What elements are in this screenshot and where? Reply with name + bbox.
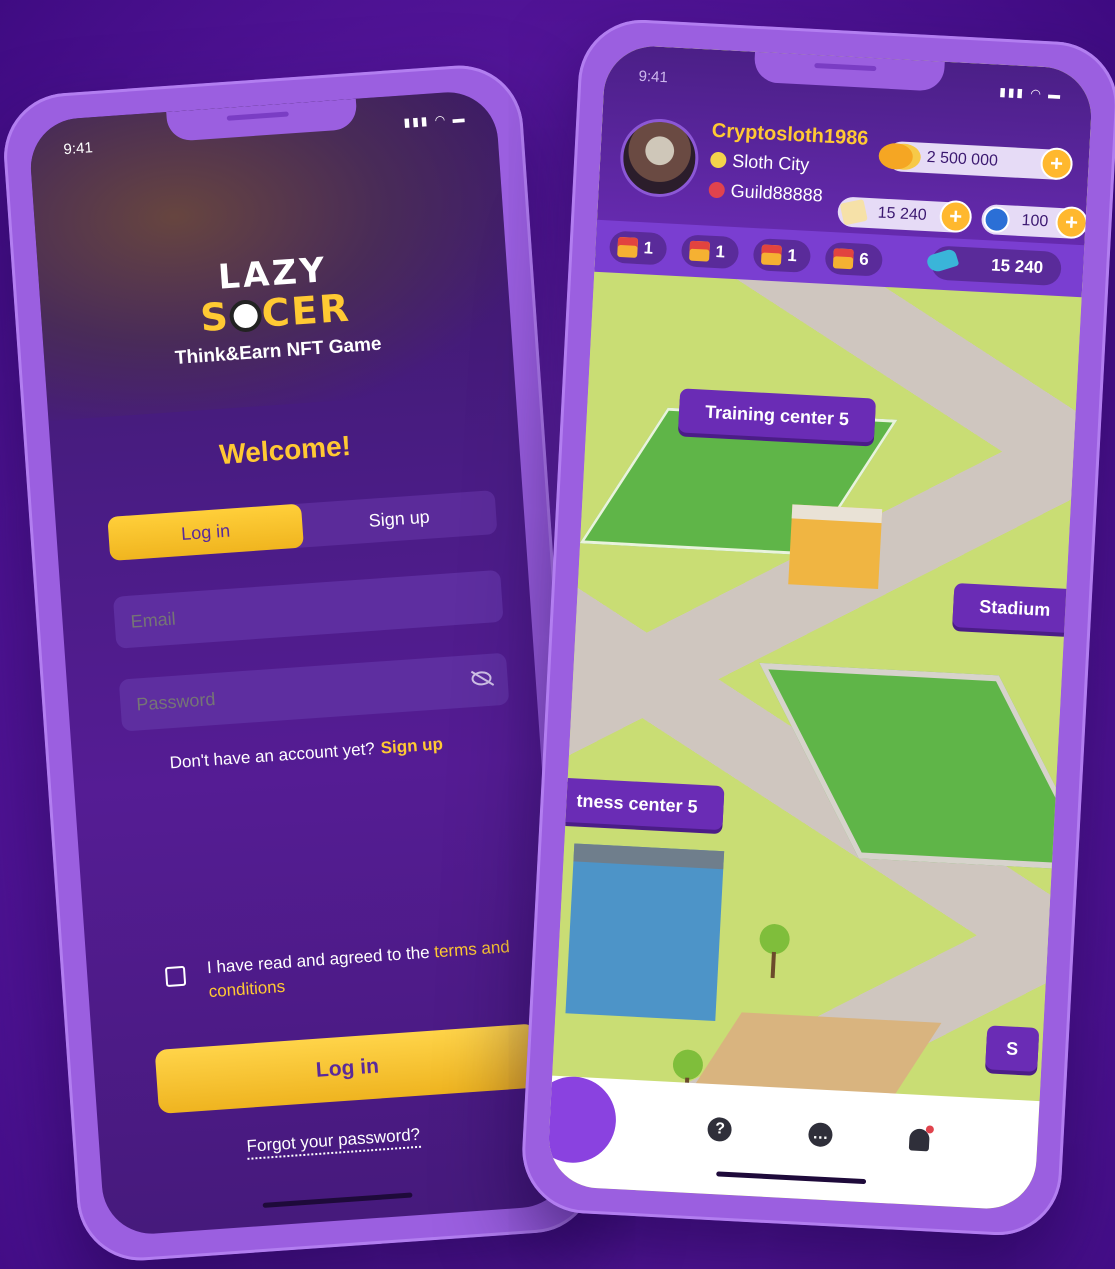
- auth-tabs: Log in Sign up: [107, 490, 498, 561]
- signup-link[interactable]: Sign up: [380, 734, 444, 757]
- fitness-building: [565, 843, 725, 1022]
- terms-checkbox[interactable]: [164, 965, 187, 988]
- email-field[interactable]: [112, 569, 504, 649]
- terms-text: I have read and agreed to the terms and …: [206, 937, 511, 1002]
- map-screen: Training center 5 Stadium tness center 5…: [546, 44, 1094, 1211]
- tab-signup[interactable]: Sign up: [301, 490, 498, 547]
- help-icon[interactable]: ?: [707, 1116, 733, 1143]
- no-account-line: Don't have an account yet? Sign up: [72, 727, 540, 780]
- password-field[interactable]: [118, 652, 510, 732]
- login-phone: 9:41 ▮▮▮ ◠ ▬ LAZY S CER Think&Earn NFT Ga…: [0, 61, 601, 1265]
- forgot-password-line: Forgot your password?: [99, 1115, 567, 1168]
- password-wrapper: [118, 652, 510, 732]
- eye-off-icon[interactable]: [471, 670, 492, 687]
- main-action-button[interactable]: [546, 1074, 619, 1165]
- stadium-label[interactable]: Stadium: [952, 582, 1078, 634]
- status-time: 9:41: [63, 139, 94, 159]
- status-time: 9:41: [638, 67, 669, 87]
- tab-login[interactable]: Log in: [107, 503, 304, 561]
- bell-icon[interactable]: [908, 1128, 930, 1152]
- login-button[interactable]: Log in: [154, 1023, 541, 1114]
- chat-icon[interactable]: …: [807, 1122, 834, 1148]
- home-indicator: [262, 1192, 413, 1208]
- soccer-ball-icon: [228, 298, 263, 334]
- training-building: [788, 504, 883, 589]
- partial-map-label[interactable]: S: [985, 1025, 1040, 1072]
- fitness-center-label[interactable]: tness center 5: [565, 778, 725, 831]
- forgot-password-link[interactable]: Forgot your password?: [245, 1124, 422, 1160]
- no-account-text: Don't have an account yet?: [169, 739, 376, 773]
- welcome-heading: Welcome!: [218, 429, 352, 471]
- terms-row: I have read and agreed to the terms and …: [164, 935, 516, 1007]
- login-screen: 9:41 ▮▮▮ ◠ ▬ LAZY S CER Think&Earn NFT Ga…: [27, 89, 573, 1237]
- map-phone: Training center 5 Stadium tness center 5…: [519, 16, 1115, 1239]
